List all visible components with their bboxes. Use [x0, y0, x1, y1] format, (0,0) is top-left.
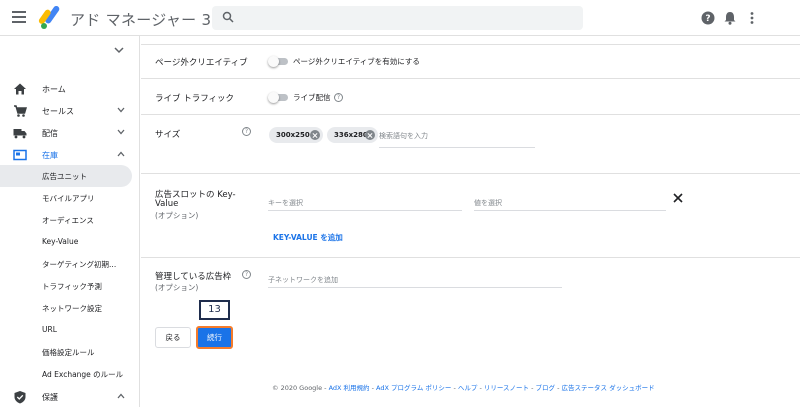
- help-icon[interactable]: ?: [700, 10, 716, 26]
- search-bar[interactable]: [212, 6, 583, 30]
- chevron-up-icon: [117, 151, 125, 157]
- sidebar-item-protection[interactable]: 保護: [0, 386, 140, 407]
- sidebar-item-label: セールス: [42, 107, 74, 116]
- sidebar-subitem-label: オーディエンス: [42, 216, 94, 225]
- home-icon: [14, 83, 26, 95]
- sidebar-item-label: 保護: [42, 393, 58, 402]
- more-vert-icon[interactable]: [744, 10, 760, 26]
- row-divider: [141, 257, 800, 258]
- main-content: ページ外クリエイティブ ページ外クリエイティブを有効にする ライブ トラフィック…: [141, 36, 800, 407]
- row-divider: [141, 44, 800, 45]
- value-select-input[interactable]: [474, 196, 666, 211]
- sidebar-item-label: 配信: [42, 129, 58, 138]
- kv-optional: (オプション): [155, 211, 199, 220]
- bell-icon[interactable]: [722, 10, 738, 26]
- sidebar-subitem-network-settings[interactable]: ネットワーク設定: [0, 297, 132, 319]
- size-chip-label: 336x280: [334, 131, 368, 139]
- child-network-input[interactable]: [268, 273, 562, 288]
- row-divider: [141, 173, 800, 174]
- size-chip-label: 300x250: [276, 131, 310, 139]
- chip-remove-icon[interactable]: [310, 130, 320, 140]
- sidebar-subitem-pricing-rules[interactable]: 価格設定ルール: [0, 341, 132, 363]
- size-label: サイズ: [155, 130, 181, 140]
- search-icon: [222, 11, 234, 23]
- sidebar-item-label: ホーム: [42, 85, 66, 94]
- chevron-up-icon: [117, 393, 125, 399]
- sidebar-subitem-label: モバイルアプリ: [42, 194, 95, 203]
- help-icon[interactable]: ?: [242, 127, 251, 136]
- kv-label-line2: Value: [155, 199, 179, 209]
- sidebar-subitem-audience[interactable]: オーディエンス: [0, 209, 132, 231]
- sidebar-subitem-label: URL: [42, 325, 57, 334]
- sidebar-item-label: 在庫: [42, 151, 58, 160]
- sidebar-subitem-ad-exchange-rules[interactable]: Ad Exchange のルール: [0, 363, 132, 385]
- step-number-badge: 13: [199, 300, 230, 320]
- sidebar-subitem-label: Ad Exchange のルール: [42, 370, 124, 379]
- sidebar-subitem-label: Key-Value: [42, 237, 79, 246]
- footer-copyright: © 2020 Google -: [272, 384, 329, 392]
- live-traffic-label: ライブ トラフィック: [155, 94, 235, 104]
- inventory-icon: [13, 149, 27, 161]
- sidebar: ホーム セールス 配信 在庫 広告ユニット モバイルアプリ オーディエンス Ke…: [0, 36, 140, 407]
- live-traffic-toggle[interactable]: [268, 92, 288, 103]
- footer-link-status-dashboard[interactable]: 広告ステータス ダッシュボード: [562, 384, 655, 392]
- size-search-input[interactable]: [379, 129, 535, 148]
- footer-link-help[interactable]: ヘルプ: [458, 384, 478, 392]
- footer: © 2020 Google - AdX 利用規約 - AdX プログラム ポリシ…: [272, 382, 655, 392]
- sidebar-item-delivery[interactable]: 配信: [0, 122, 140, 144]
- sidebar-subitem-label: ネットワーク設定: [42, 304, 102, 313]
- footer-link-release-notes[interactable]: リリースノート: [484, 384, 529, 392]
- offpage-creative-toggle[interactable]: [268, 56, 288, 67]
- svg-text:?: ?: [705, 14, 710, 24]
- sidebar-subitem-targeting-presets[interactable]: ターゲティング初期...: [0, 253, 132, 275]
- managed-optional: (オプション): [155, 283, 199, 292]
- menu-icon[interactable]: [12, 11, 26, 23]
- chevron-down-icon: [117, 107, 125, 113]
- chevron-down-icon: [117, 129, 125, 135]
- offpage-creative-label: ページ外クリエイティブ: [155, 58, 248, 68]
- sidebar-item-sales[interactable]: セールス: [0, 100, 140, 122]
- ad-manager-logo: [38, 6, 60, 29]
- close-icon[interactable]: [672, 192, 684, 204]
- sidebar-subitem-url[interactable]: URL: [0, 319, 132, 341]
- size-chip[interactable]: 336x280: [327, 127, 378, 143]
- row-divider: [141, 114, 800, 115]
- shield-icon: [14, 391, 26, 404]
- sidebar-subitem-mobile-apps[interactable]: モバイルアプリ: [0, 187, 132, 209]
- continue-button[interactable]: 続行: [196, 326, 233, 349]
- offpage-creative-toggle-label: ページ外クリエイティブを有効にする: [293, 57, 420, 66]
- footer-link-blog[interactable]: ブログ: [536, 384, 556, 392]
- sidebar-subitem-label: 価格設定ルール: [42, 348, 95, 357]
- chevron-down-icon[interactable]: [114, 46, 124, 54]
- app-title: アド マネージャー 360: [70, 11, 232, 29]
- size-chip[interactable]: 300x250: [269, 127, 323, 143]
- sidebar-subitem-key-value[interactable]: Key-Value: [0, 231, 132, 253]
- sidebar-item-inventory[interactable]: 在庫: [0, 144, 140, 166]
- back-button[interactable]: 戻る: [155, 327, 191, 348]
- footer-link-terms[interactable]: AdX 利用規約: [329, 384, 370, 392]
- app-header: アド マネージャー 360 ?: [0, 0, 800, 36]
- sidebar-subitem-traffic-forecast[interactable]: トラフィック予測: [0, 275, 132, 297]
- sidebar-subitem-label: トラフィック予測: [42, 282, 102, 291]
- managed-inventory-label: 管理している広告枠: [155, 272, 232, 282]
- live-traffic-toggle-label: ライブ配信: [293, 93, 331, 102]
- sidebar-subitem-ad-units[interactable]: 広告ユニット: [0, 165, 132, 187]
- truck-icon: [13, 129, 27, 139]
- row-divider: [141, 78, 800, 79]
- help-icon[interactable]: ?: [334, 93, 343, 102]
- sidebar-item-home[interactable]: ホーム: [0, 78, 140, 100]
- add-key-value-button[interactable]: KEY-VALUE を追加: [273, 232, 343, 243]
- search-input[interactable]: [242, 9, 572, 27]
- cart-icon: [14, 105, 27, 117]
- footer-link-policy[interactable]: AdX プログラム ポリシー: [376, 384, 451, 392]
- sidebar-subitem-label: ターゲティング初期...: [42, 260, 117, 269]
- chip-remove-icon[interactable]: [365, 130, 375, 140]
- key-select-input[interactable]: [268, 196, 462, 211]
- sidebar-subitem-label: 広告ユニット: [42, 172, 87, 181]
- help-icon[interactable]: ?: [242, 270, 251, 279]
